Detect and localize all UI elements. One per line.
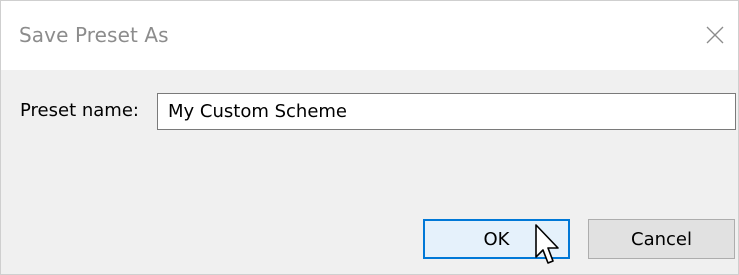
cancel-button[interactable]: Cancel (588, 219, 735, 259)
close-button[interactable] (695, 15, 735, 55)
preset-name-input[interactable] (157, 93, 736, 130)
cancel-button-label: Cancel (631, 228, 692, 250)
dialog-title: Save Preset As (19, 23, 169, 47)
ok-button-label: OK (483, 228, 510, 250)
dialog-titlebar: Save Preset As (1, 1, 738, 70)
preset-name-label: Preset name: (20, 100, 139, 121)
save-preset-dialog: Save Preset As Preset name: OK Cancel (0, 0, 739, 275)
mouse-pointer-icon (535, 224, 559, 264)
close-icon (706, 26, 724, 44)
